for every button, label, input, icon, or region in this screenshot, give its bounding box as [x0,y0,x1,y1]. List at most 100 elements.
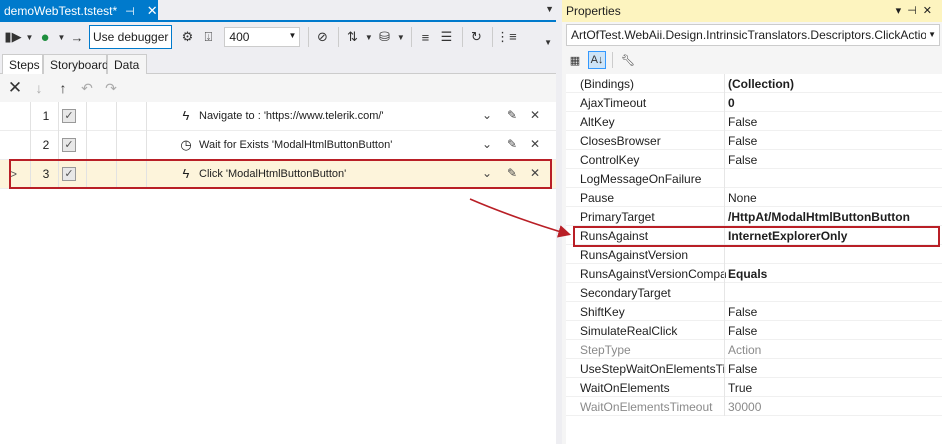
move-down-icon[interactable]: ↓ [30,79,48,97]
column-divider [724,264,725,283]
use-debugger-button[interactable]: Use debugger [89,25,173,49]
delete-step-icon[interactable]: ✕ [528,137,542,151]
property-row[interactable]: (Bindings) (Collection) [566,74,942,93]
toolbar-separator [612,52,613,68]
property-row[interactable]: AltKey False [566,112,942,131]
chevron-down-icon[interactable]: ▼ [926,30,936,39]
property-value[interactable]: False [728,134,940,148]
compare-icon[interactable]: ⇅ [343,28,361,46]
tab-list-dropdown-icon[interactable]: ▼ [545,4,554,14]
property-value[interactable]: /HttpAt/ModalHtmlButtonButton [728,210,940,224]
toolbar-separator [308,27,310,47]
column-divider [58,102,59,131]
delete-icon[interactable]: ✕ [6,78,24,97]
database-dropdown-icon[interactable]: ▼ [396,28,405,46]
column-divider [116,131,117,160]
format-icon[interactable]: ≡ [416,28,434,46]
property-value[interactable]: 0 [728,96,940,110]
compare-dropdown-icon[interactable]: ▼ [364,28,373,46]
tab-data[interactable]: Data [107,54,147,74]
categorized-icon[interactable]: ▦ [566,51,584,69]
next-icon[interactable]: → [68,28,86,46]
edit-icon[interactable]: ✎ [505,137,519,151]
redo-icon[interactable]: ↷ [102,79,120,97]
database-icon[interactable]: ⛁ [375,28,393,46]
steps-grid: 1 ✓ ϟ Navigate to : 'https://www.telerik… [0,102,556,444]
refresh-icon[interactable]: ↻ [467,28,485,46]
property-name: WaitOnElementsTimeout [580,400,713,414]
tab-storyboard[interactable]: Storyboard [43,54,109,74]
document-tab[interactable]: demoWebTest.tstest* ⊣ ✕ [0,0,158,22]
property-row[interactable]: RunsAgainstVersion [566,245,942,264]
property-value[interactable]: False [728,115,940,129]
property-row[interactable]: StepType Action [566,340,942,359]
run-dropdown-icon[interactable]: ▼ [57,28,66,46]
stopwatch-icon[interactable]: ⊘ [313,28,331,46]
property-value[interactable]: False [728,305,940,319]
property-name: PrimaryTarget [580,210,655,224]
step-enabled-checkbox[interactable]: ✓ [62,138,76,152]
settings-icon[interactable]: ⚙ [178,28,196,46]
list-icon[interactable]: ⋮≡ [496,28,517,46]
property-value[interactable]: True [728,381,940,395]
toolbar-overflow-icon[interactable]: ▼ [544,38,552,47]
object-selector[interactable]: ArtOfTest.WebAii.Design.IntrinsicTransla… [566,24,940,46]
column-divider [724,245,725,264]
table-row[interactable]: 1 ✓ ϟ Navigate to : 'https://www.telerik… [0,102,556,131]
run-icon[interactable]: ● [36,28,54,46]
pin-icon[interactable]: ⊣ [907,5,923,17]
property-value[interactable]: False [728,362,940,376]
chevron-down-icon[interactable]: ⌄ [480,108,494,122]
property-row[interactable]: UseStepWaitOnElementsTir False [566,359,942,378]
property-row[interactable]: WaitOnElementsTimeout 30000 [566,397,942,416]
move-up-icon[interactable]: ↑ [54,79,72,97]
property-row[interactable]: WaitOnElements True [566,378,942,397]
property-row[interactable]: SimulateRealClick False [566,321,942,340]
property-value[interactable]: False [728,153,940,167]
chevron-down-icon[interactable]: ▼ [288,31,296,40]
property-name: Pause [580,191,615,205]
close-icon[interactable]: ✕ [923,5,938,17]
property-row[interactable]: ShiftKey False [566,302,942,321]
property-name: (Bindings) [580,77,635,91]
property-row[interactable]: ClosesBrowser False [566,131,942,150]
column-divider [724,93,725,112]
wrench-icon[interactable]: 🔧︎ [619,51,637,69]
edit-icon[interactable]: ✎ [505,108,519,122]
chevron-down-icon[interactable]: ⌄ [480,137,494,151]
property-row[interactable]: LogMessageOnFailure [566,169,942,188]
property-value[interactable]: 30000 [728,400,940,414]
record-icon[interactable]: ▮▶ [4,28,22,46]
tab-steps[interactable]: Steps [2,54,43,74]
sort-icon[interactable]: ☰ [437,28,455,46]
step-number: 2 [42,138,50,152]
property-value[interactable]: Action [728,343,940,357]
property-row[interactable]: Pause None [566,188,942,207]
property-row[interactable]: RunsAgainstVersionCompa Equals [566,264,942,283]
property-row[interactable]: ControlKey False [566,150,942,169]
alphabetical-icon[interactable]: A↓ [588,51,606,69]
step-enabled-checkbox[interactable]: ✓ [62,109,76,123]
record-dropdown-icon[interactable]: ▼ [25,28,34,46]
property-row[interactable]: AjaxTimeout 0 [566,93,942,112]
delete-step-icon[interactable]: ✕ [528,108,542,122]
step-description[interactable]: Navigate to : 'https://www.telerik.com/' [199,110,384,122]
export-icon[interactable]: ⍗ [199,28,217,46]
property-value[interactable]: Equals [728,267,940,281]
property-row[interactable]: SecondaryTarget [566,283,942,302]
property-row[interactable]: PrimaryTarget/HttpAt/ModalHtmlButtonButt… [566,207,942,226]
pin-icon[interactable]: ⊣ [125,5,135,18]
property-value[interactable]: False [728,324,940,338]
test-editor-pane: ▼ demoWebTest.tstest* ⊣ ✕ ▮▶ ▼ ● ▼ → Use… [0,0,556,444]
table-row[interactable]: 2 ✓ ◷ Wait for Exists 'ModalHtmlButtonBu… [0,131,556,160]
property-value[interactable]: None [728,191,940,205]
column-divider [146,131,147,160]
delay-input[interactable]: 400 ▼ [224,27,301,47]
toolbar-separator [411,27,413,47]
chevron-down-icon[interactable]: ▾ [896,5,908,17]
undo-icon[interactable]: ↶ [78,79,96,97]
property-grid: (Bindings) (Collection) AjaxTimeout 0 AltKey… [566,74,942,444]
property-value[interactable]: (Collection) [728,77,940,91]
step-description[interactable]: Wait for Exists 'ModalHtmlButtonButton' [199,139,392,151]
close-icon[interactable]: ✕ [147,3,158,19]
